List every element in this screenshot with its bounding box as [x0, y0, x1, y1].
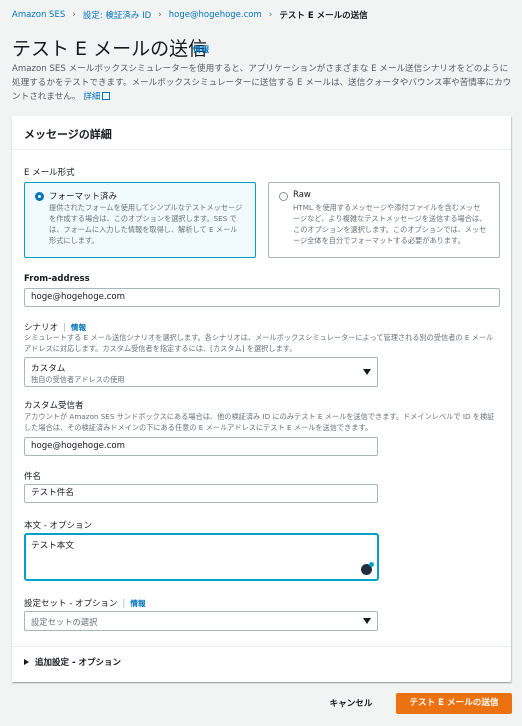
external-link-icon	[102, 92, 111, 100]
advanced-settings-label: 追加設定 - オプション	[35, 658, 121, 668]
breadcrumb-verified-ids[interactable]: 設定: 検証済み ID	[83, 9, 151, 21]
breadcrumb-identity[interactable]: hoge@hogehoge.com	[169, 10, 262, 20]
body-textarea[interactable]: テスト本文	[24, 533, 379, 581]
advanced-settings-toggle[interactable]: 追加設定 - オプション	[24, 656, 121, 668]
email-format-label: E メール形式	[24, 168, 75, 178]
format-option-formatted[interactable]: フォーマット済み 提供されたフォームを使用してシンプルなテストメッセージを作成す…	[24, 182, 256, 258]
from-address-label: From-address	[24, 274, 90, 284]
scenario-info-link[interactable]: 情報	[71, 323, 86, 332]
caret-right-icon	[24, 659, 29, 665]
panel-title: メッセージの詳細	[24, 128, 112, 141]
custom-recipient-label: カスタム受信者	[24, 401, 84, 411]
format-option-raw[interactable]: Raw HTML を使用するメッセージや添付ファイルを含むメッセージなど、より複…	[268, 182, 500, 258]
custom-recipient-input[interactable]: hoge@hogehoge.com	[24, 437, 378, 456]
from-address-input[interactable]: hoge@hogehoge.com	[24, 288, 500, 307]
chevron-right-icon: ›	[158, 10, 162, 20]
body-text: テスト本文	[31, 541, 74, 551]
format-option-title: フォーマット済み	[49, 192, 118, 202]
page-title: テスト E メールの送信	[12, 38, 208, 60]
radio-selected-icon	[35, 192, 44, 201]
radio-unselected-icon	[279, 192, 288, 201]
breadcrumb-current: テスト E メールの送信	[279, 11, 368, 21]
chevron-right-icon: ›	[72, 10, 76, 20]
label-separator: |	[122, 599, 126, 609]
body-label: 本文 - オプション	[24, 521, 92, 531]
subject-input[interactable]: テスト件名	[24, 484, 378, 503]
scenario-select[interactable]: カスタム 独自の受信者アドレスの使用	[24, 357, 378, 387]
format-option-title: Raw	[293, 190, 311, 200]
subject-label: 件名	[24, 472, 42, 482]
breadcrumb-ses[interactable]: Amazon SES	[12, 10, 65, 20]
cancel-button[interactable]: キャンセル	[318, 694, 384, 715]
message-details-panel: メッセージの詳細 E メール形式 フォーマット済み 提供されたフォームを使用して…	[12, 116, 511, 682]
breadcrumb: Amazon SES › 設定: 検証済み ID › hoge@hogehoge…	[12, 9, 368, 21]
caret-down-icon	[363, 618, 371, 624]
section-divider	[12, 646, 511, 647]
format-option-desc: 提供されたフォームを使用してシンプルなテストメッセージを作成する場合は、このオプ…	[49, 203, 243, 245]
title-info-link[interactable]: 情報	[193, 44, 209, 55]
chevron-right-icon: ›	[268, 10, 273, 20]
scenario-selected-value: カスタム	[31, 364, 66, 374]
grammar-assistant-icon[interactable]	[361, 562, 374, 575]
config-set-select[interactable]: 設定セットの選択	[24, 611, 378, 631]
learn-more-label: 詳細	[83, 92, 101, 102]
config-set-label: 設定セット - オプション	[24, 599, 118, 609]
config-set-placeholder: 設定セットの選択	[31, 617, 98, 627]
config-set-info-link[interactable]: 情報	[130, 599, 145, 608]
custom-recipient-description: アカウントが Amazon SES サンドボックスにある場合は、他の検証済み I…	[24, 412, 495, 432]
learn-more-link[interactable]: 詳細	[83, 92, 111, 102]
page-description: Amazon SES メールボックスシミュレーターを使用すると、アプリケーション…	[12, 62, 512, 104]
caret-down-icon	[363, 369, 371, 375]
scenario-selected-desc: 独自の受信者アドレスの使用	[31, 375, 125, 384]
format-option-desc: HTML を使用するメッセージや添付ファイルを含むメッセージなど、より複雑なテス…	[293, 203, 487, 245]
config-set-label-row: 設定セット - オプション | 情報	[24, 597, 146, 609]
scenario-description: シミュレートする E メール送信シナリオを選択します。各シナリオは、メールボック…	[24, 333, 494, 353]
send-test-email-button[interactable]: テスト E メールの送信	[396, 693, 512, 714]
panel-header: メッセージの詳細	[12, 116, 511, 150]
